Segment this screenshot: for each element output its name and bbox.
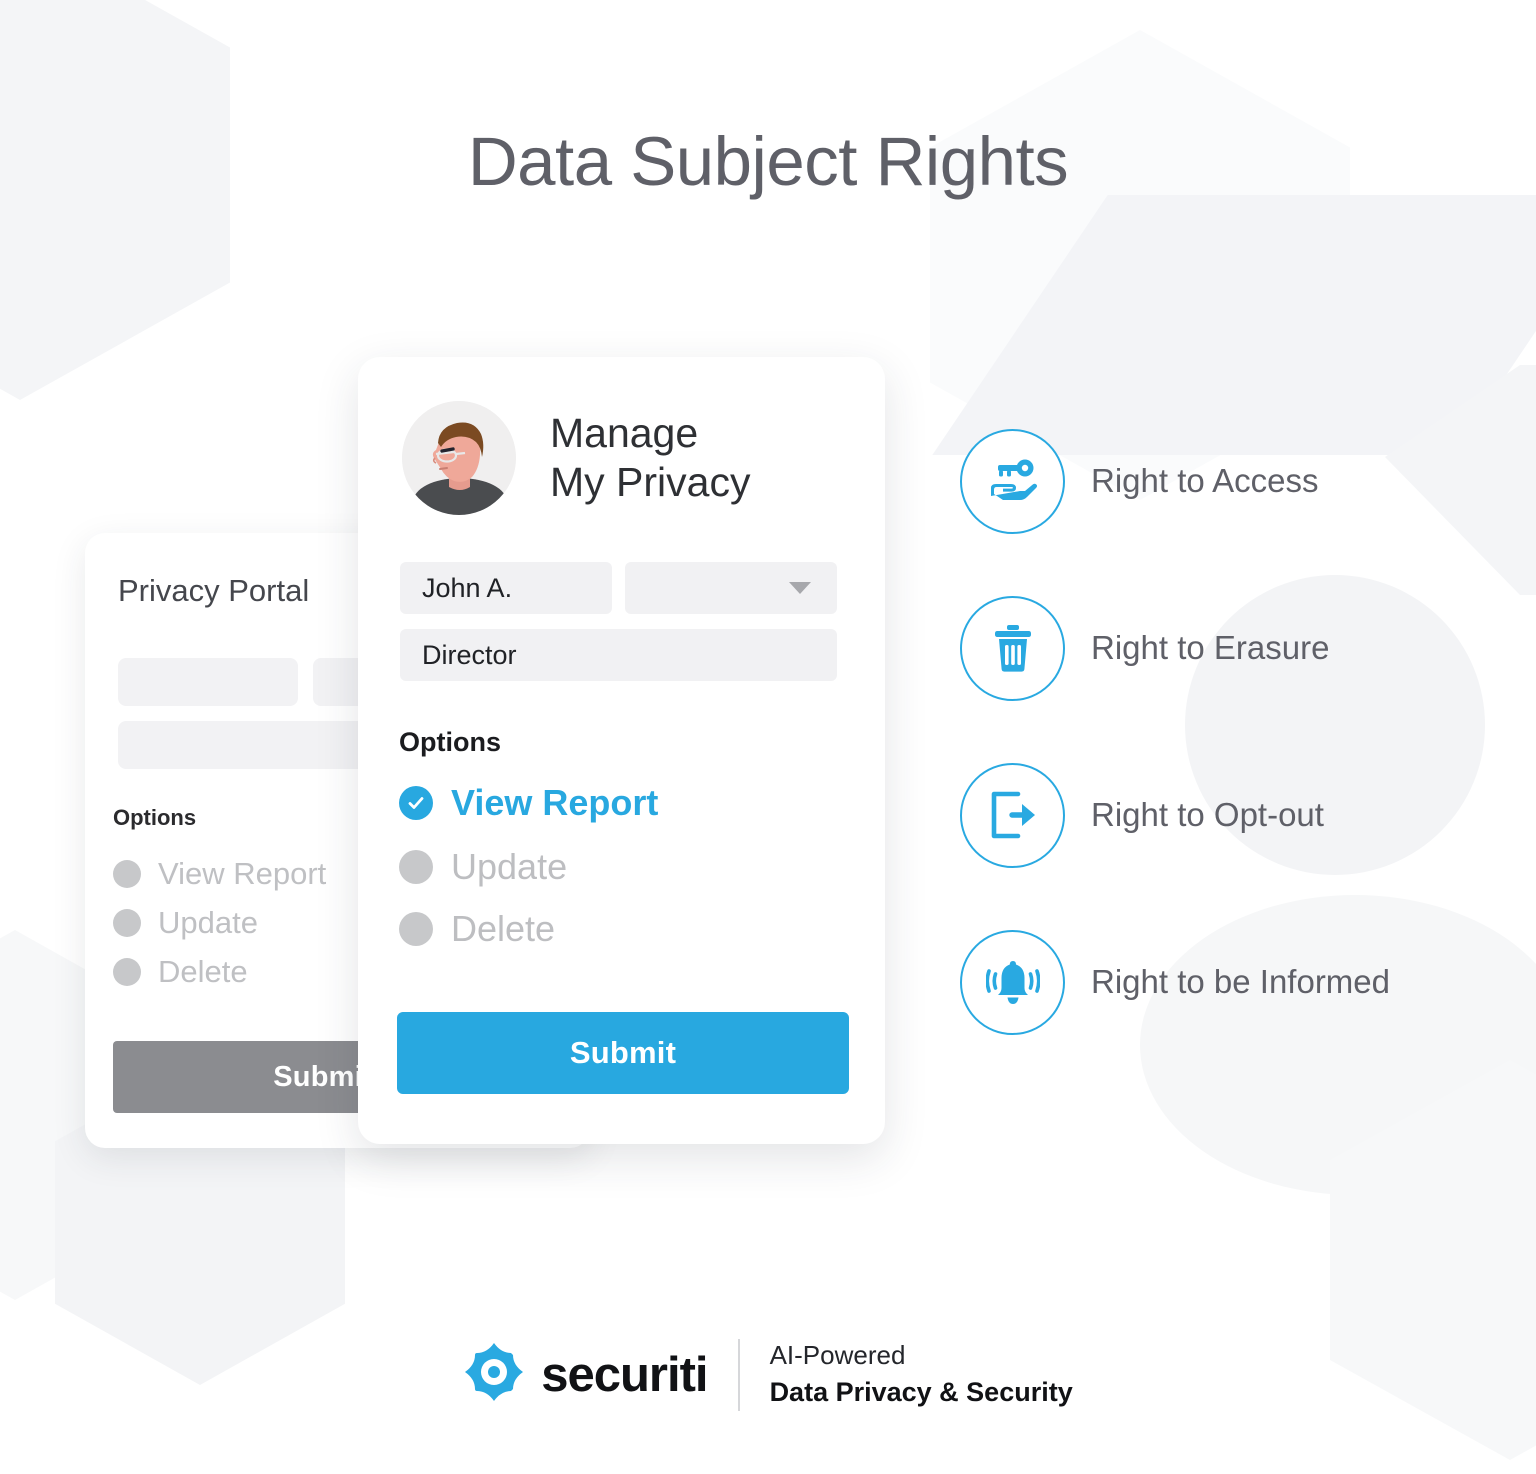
right-item-opt-out[interactable]: Right to Opt-out [960, 759, 1520, 871]
radio-dot-icon [399, 912, 433, 946]
rights-list: Right to Access Right to Erasure Right t… [960, 425, 1520, 1093]
back-option-label: Delete [158, 954, 248, 989]
radio-dot-icon [113, 958, 141, 986]
check-circle-icon [399, 786, 433, 820]
right-item-label: Right to Erasure [1091, 629, 1330, 666]
back-option-update[interactable]: Update [113, 905, 258, 941]
card-title: Manage My Privacy [550, 410, 751, 505]
option-label: View Report [451, 782, 659, 823]
right-item-label: Right to be Informed [1091, 963, 1390, 1000]
placeholder-field-name[interactable] [118, 658, 298, 706]
option-delete[interactable]: Delete [399, 908, 555, 950]
right-item-informed[interactable]: Right to be Informed [960, 926, 1520, 1038]
radio-dot-icon [399, 850, 433, 884]
back-options-label: Options [113, 805, 197, 830]
right-item-erasure[interactable]: Right to Erasure [960, 592, 1520, 704]
securiti-mark-icon [463, 1341, 525, 1408]
card-header: Manage My Privacy [402, 401, 750, 515]
select-field[interactable] [625, 562, 837, 614]
footer-branding: securiti AI-Powered Data Privacy & Secur… [0, 1338, 1536, 1411]
user-avatar-illustration [402, 401, 516, 515]
tagline-line-1: AI-Powered [769, 1340, 906, 1370]
footer-divider [737, 1338, 740, 1411]
key-in-hand-icon [960, 428, 1065, 534]
back-option-label: View Report [158, 856, 327, 891]
option-update[interactable]: Update [399, 846, 567, 888]
page-title: Data Subject Rights [467, 123, 1069, 200]
option-view-report[interactable]: View Report [399, 782, 658, 824]
back-option-delete[interactable]: Delete [113, 954, 248, 990]
trash-icon [960, 595, 1065, 701]
ringing-bell-icon [960, 929, 1065, 1035]
footer-tagline: AI-Powered Data Privacy & Security [770, 1338, 1073, 1411]
tagline-line-2: Data Privacy & Security [769, 1376, 1073, 1407]
right-item-label: Right to Access [1091, 462, 1319, 499]
option-label: Delete [451, 908, 556, 949]
securiti-logo: securiti [463, 1341, 709, 1408]
angled-slab-shape-upper-right [932, 195, 1536, 455]
right-item-label: Right to Opt-out [1091, 796, 1324, 833]
radio-dot-icon [113, 909, 141, 937]
role-field[interactable]: Director [400, 629, 837, 681]
chevron-down-icon [789, 582, 811, 594]
option-label: Update [451, 846, 568, 887]
manage-my-privacy-card[interactable]: Manage My Privacy John A. Director Optio… [358, 357, 885, 1144]
brand-name: securiti [541, 1347, 708, 1402]
privacy-portal-title: Privacy Portal [118, 573, 310, 608]
radio-dot-icon [113, 860, 141, 888]
submit-button[interactable]: Submit [397, 1012, 849, 1094]
back-option-view-report[interactable]: View Report [113, 856, 326, 892]
right-item-access[interactable]: Right to Access [960, 425, 1520, 537]
back-option-label: Update [158, 905, 258, 940]
name-field[interactable]: John A. [400, 562, 612, 614]
exit-arrow-icon [960, 762, 1065, 868]
main-options-label: Options [399, 727, 501, 757]
